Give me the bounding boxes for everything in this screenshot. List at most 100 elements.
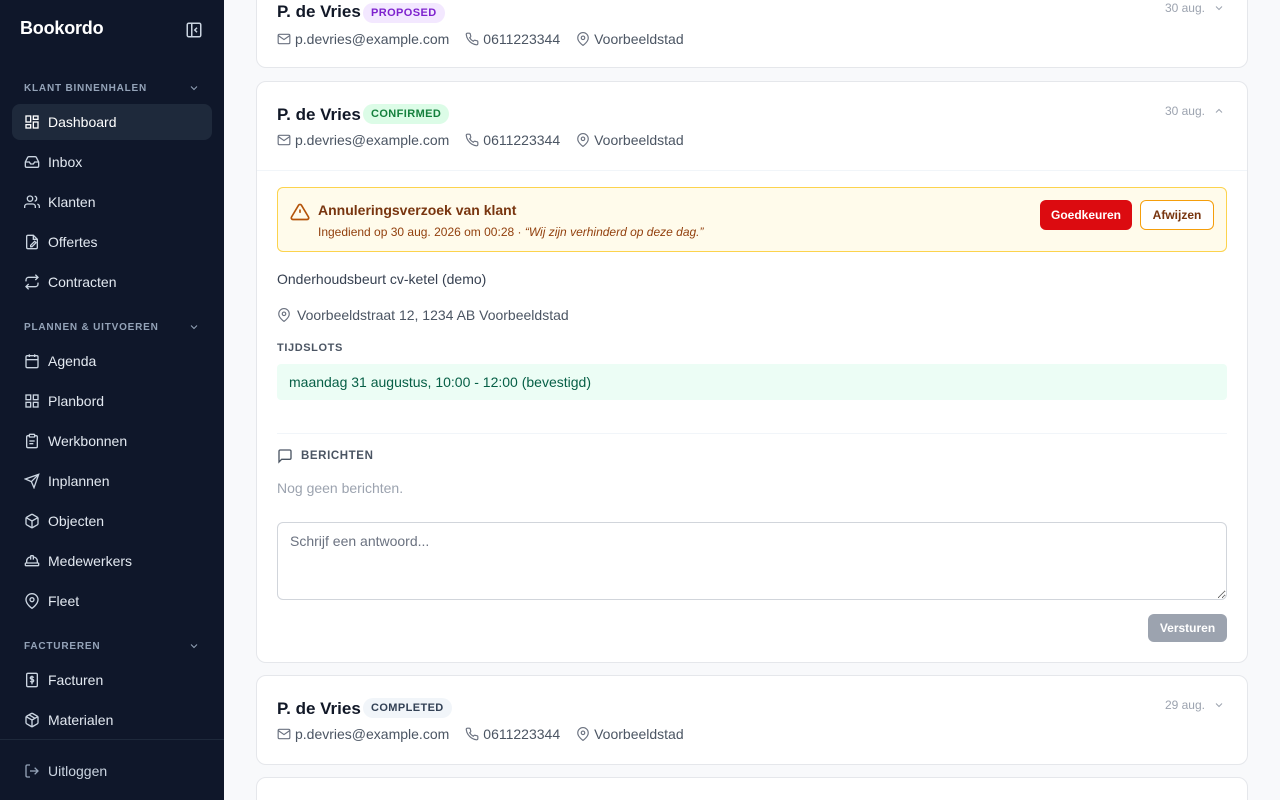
collapse-sidebar-button[interactable] bbox=[184, 20, 204, 40]
service-description: Onderhoudsbeurt cv-ketel (demo) bbox=[277, 271, 487, 287]
sidebar-item-contracten[interactable]: Contracten bbox=[12, 264, 212, 300]
city-text: Voorbeeldstad bbox=[594, 31, 684, 47]
mail-icon bbox=[277, 728, 291, 740]
chevron-up-icon bbox=[1215, 108, 1223, 113]
card-date-toggle[interactable]: 29 aug. bbox=[1165, 698, 1225, 712]
email-item: p.devries@example.com bbox=[277, 132, 449, 148]
card-date: 30 aug. bbox=[1164, 1, 1205, 15]
section-factureren[interactable]: FACTUREREN bbox=[24, 638, 200, 654]
hard-hat-icon bbox=[24, 553, 40, 569]
sidebar-item-klanten[interactable]: Klanten bbox=[12, 184, 212, 220]
package-icon bbox=[24, 712, 40, 728]
alert-title: Annuleringsverzoek van klant bbox=[318, 202, 517, 218]
reply-input[interactable] bbox=[277, 522, 1227, 600]
appointment-card[interactable]: P. de Vries PROPOSED p.devries@example.c… bbox=[256, 0, 1248, 68]
sidebar-item-label: Contracten bbox=[48, 274, 117, 290]
sidebar: Bookordo KLANT BINNENHALEN Dashboard Inb… bbox=[0, 0, 224, 800]
email-text: p.devries@example.com bbox=[295, 31, 450, 47]
sidebar-item-planbord[interactable]: Planbord bbox=[12, 383, 212, 419]
receipt-icon bbox=[24, 672, 40, 688]
status-badge: CONFIRMED bbox=[363, 104, 450, 124]
sidebar-item-dashboard[interactable]: Dashboard bbox=[12, 104, 212, 140]
map-pin-icon bbox=[24, 593, 40, 609]
inbox-icon bbox=[24, 154, 40, 170]
section-divider bbox=[277, 433, 1227, 434]
sidebar-item-label: Werkbonnen bbox=[48, 433, 128, 449]
appointment-card-expanded: P. de Vries CONFIRMED p.devries@example.… bbox=[256, 81, 1248, 663]
sidebar-item-label: Facturen bbox=[48, 672, 104, 688]
phone-item: 0611223344 bbox=[465, 132, 560, 148]
appointment-card[interactable] bbox=[256, 777, 1248, 800]
dashboard-icon bbox=[24, 114, 40, 130]
phone-text: 0611223344 bbox=[483, 726, 561, 742]
sidebar-item-offertes[interactable]: Offertes bbox=[12, 224, 212, 260]
sidebar-item-fleet[interactable]: Fleet bbox=[12, 583, 212, 619]
sidebar-item-label: Medewerkers bbox=[48, 553, 133, 569]
sidebar-item-agenda[interactable]: Agenda bbox=[12, 343, 212, 379]
contact-info: p.devries@example.com 0611223344 Voorbee… bbox=[277, 31, 700, 47]
sidebar-footer: Uitloggen bbox=[0, 739, 224, 800]
approve-button[interactable]: Goedkeuren bbox=[1040, 200, 1132, 230]
section-plannen-uitvoeren[interactable]: PLANNEN & UITVOEREN bbox=[24, 319, 200, 335]
clipboard-icon bbox=[24, 433, 40, 449]
card-divider bbox=[257, 170, 1247, 171]
sidebar-item-facturen[interactable]: Facturen bbox=[12, 662, 212, 698]
phone-text: 0611223344 bbox=[483, 132, 561, 148]
email-text: p.devries@example.com bbox=[295, 132, 450, 148]
contact-info: p.devries@example.com 0611223344 Voorbee… bbox=[277, 726, 700, 742]
mail-icon bbox=[277, 134, 291, 146]
chevron-down-icon bbox=[1215, 6, 1223, 11]
sidebar-item-inplannen[interactable]: Inplannen bbox=[12, 463, 212, 499]
chevron-down-icon bbox=[1215, 703, 1223, 708]
city-item: Voorbeeldstad bbox=[576, 726, 684, 742]
messages-header: BERICHTEN bbox=[277, 448, 374, 464]
timeslot-item: maandag 31 augustus, 10:00 - 12:00 (beve… bbox=[277, 364, 1227, 400]
appointment-card[interactable]: P. de Vries COMPLETED p.devries@example.… bbox=[256, 675, 1248, 765]
logout-label: Uitloggen bbox=[48, 763, 108, 779]
sidebar-item-label: Inplannen bbox=[48, 473, 110, 489]
chevron-down-icon bbox=[190, 86, 198, 91]
sidebar-item-label: Objecten bbox=[48, 513, 105, 529]
customer-name: P. de Vries bbox=[277, 105, 361, 124]
sidebar-item-medewerkers[interactable]: Medewerkers bbox=[12, 543, 212, 579]
box-icon bbox=[24, 513, 40, 529]
logout-button[interactable]: Uitloggen bbox=[12, 753, 212, 789]
status-badge: COMPLETED bbox=[363, 698, 452, 718]
log-out-icon bbox=[24, 763, 40, 779]
no-messages-text: Nog geen berichten. bbox=[277, 480, 404, 496]
map-pin-icon bbox=[577, 32, 589, 46]
alert-quote: “Wij zijn verhinderd op deze dag.” bbox=[524, 225, 704, 239]
send-icon bbox=[24, 473, 40, 489]
phone-item: 0611223344 bbox=[465, 726, 560, 742]
sidebar-item-label: Fleet bbox=[48, 593, 80, 609]
sidebar-item-label: Klanten bbox=[48, 194, 96, 210]
reject-button[interactable]: Afwijzen bbox=[1140, 200, 1214, 230]
contact-info: p.devries@example.com 0611223344 Voorbee… bbox=[277, 132, 700, 148]
sidebar-item-objecten[interactable]: Objecten bbox=[12, 503, 212, 539]
email-item: p.devries@example.com bbox=[277, 31, 449, 47]
section-title: PLANNEN & UITVOEREN bbox=[24, 321, 159, 333]
mail-icon bbox=[277, 33, 291, 45]
sidebar-item-werkbonnen[interactable]: Werkbonnen bbox=[12, 423, 212, 459]
send-button[interactable]: Versturen bbox=[1148, 614, 1227, 642]
sidebar-item-label: Planbord bbox=[48, 393, 105, 409]
panel-left-icon bbox=[186, 22, 202, 38]
card-date: 29 aug. bbox=[1164, 698, 1205, 712]
calendar-icon bbox=[24, 353, 40, 369]
phone-item: 0611223344 bbox=[465, 31, 560, 47]
address-text: Voorbeeldstraat 12, 1234 AB Voorbeeldsta… bbox=[297, 307, 569, 323]
grid-icon bbox=[24, 393, 40, 409]
city-item: Voorbeeldstad bbox=[576, 132, 684, 148]
sidebar-item-inbox[interactable]: Inbox bbox=[12, 144, 212, 180]
card-date-toggle[interactable]: 30 aug. bbox=[1165, 104, 1225, 118]
email-item: p.devries@example.com bbox=[277, 726, 449, 742]
status-badge: PROPOSED bbox=[363, 3, 445, 23]
section-title: KLANT BINNENHALEN bbox=[24, 82, 148, 94]
sidebar-item-materialen[interactable]: Materialen bbox=[12, 702, 212, 738]
customer-name: P. de Vries bbox=[277, 2, 361, 21]
message-square-icon bbox=[278, 449, 292, 464]
card-date: 30 aug. bbox=[1164, 104, 1205, 118]
section-klant-binnenhalen[interactable]: KLANT BINNENHALEN bbox=[24, 80, 200, 96]
card-date-toggle[interactable]: 30 aug. bbox=[1165, 1, 1225, 15]
edit-document-icon bbox=[24, 234, 40, 250]
